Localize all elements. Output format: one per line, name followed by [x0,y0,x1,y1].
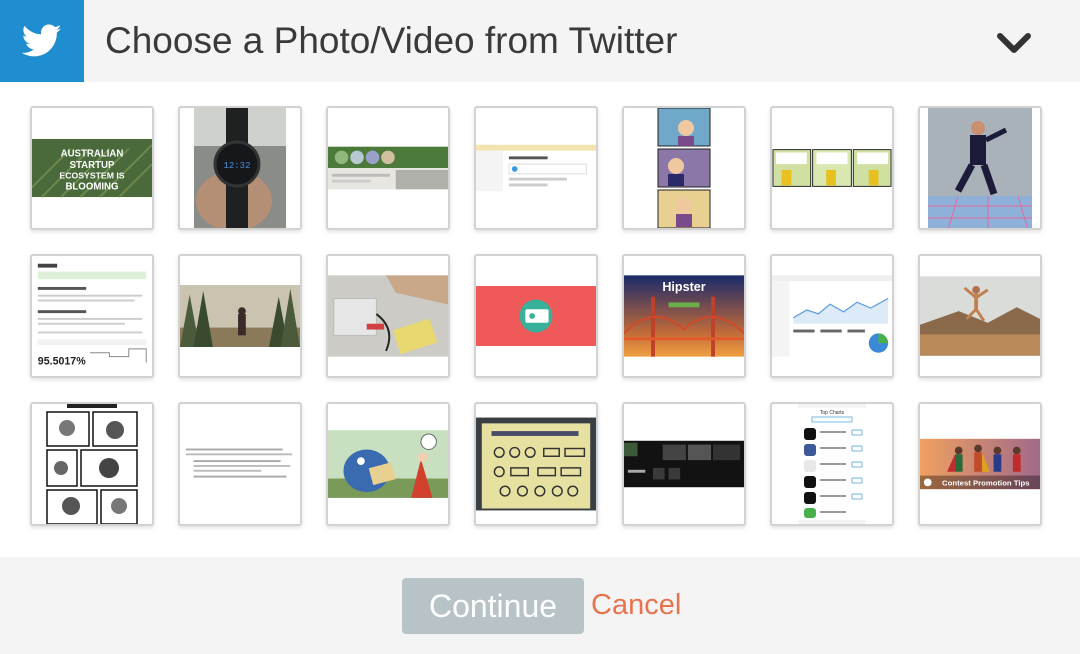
thumb-manga-page[interactable] [30,402,154,526]
thumb-illustration[interactable] [326,402,450,526]
contest-caption: Contest Promotion Tips [942,478,1030,487]
thumb-comic-vertical[interactable] [622,106,746,230]
thumb-contest-heroes[interactable]: Contest Promotion Tips [918,402,1042,526]
thumb-dashboard-screenshot[interactable] [474,106,598,230]
thumb-smartwatch[interactable]: 12:32 [178,106,302,230]
thumb-app-store-list[interactable]: Top Charts [770,402,894,526]
svg-text:ECOSYSTEM IS: ECOSYSTEM IS [59,171,124,181]
cancel-link[interactable]: Cancel [591,587,681,623]
thumb-desert-jump[interactable] [918,254,1042,378]
thumb-hipster-bridge[interactable]: Hipster [622,254,746,378]
thumb-jumping-man[interactable] [918,106,1042,230]
github-stat-value: 95.5017% [38,355,86,367]
svg-text:12:32: 12:32 [223,161,250,171]
thumb-analytics[interactable] [770,254,894,378]
dialog-title: Choose a Photo/Video from Twitter [105,20,678,61]
thumb-australian-startup[interactable]: AUSTRALIAN STARTUP ECOSYSTEM IS BLOOMING [30,106,154,230]
thumb-red-app-card[interactable] [474,254,598,378]
thumb-comic-strip[interactable] [770,106,894,230]
thumb-whiteboard-photo[interactable] [474,402,598,526]
thumb-website-banner[interactable] [326,106,450,230]
thumb-dark-webpage[interactable] [622,402,746,526]
hipster-title: Hipster [662,280,705,294]
app-store-heading: Top Charts [820,410,845,416]
twitter-bird-icon [0,0,84,82]
chevron-down-icon[interactable] [994,28,1034,58]
svg-text:AUSTRALIAN: AUSTRALIAN [61,148,124,159]
thumb-github-stats[interactable]: 95.5017% [30,254,154,378]
thumb-text-document[interactable] [178,402,302,526]
thumbnail-grid: AUSTRALIAN STARTUP ECOSYSTEM IS BLOOMING… [0,82,1080,557]
svg-text:STARTUP: STARTUP [70,160,115,171]
header-bar: Choose a Photo/Video from Twitter [0,0,1080,82]
svg-text:BLOOMING: BLOOMING [65,181,118,192]
footer-bar: Continue Cancel [0,557,1080,654]
thumb-laptop-usb[interactable] [326,254,450,378]
continue-button[interactable]: Continue [402,578,584,634]
thumb-forest-hiker[interactable] [178,254,302,378]
